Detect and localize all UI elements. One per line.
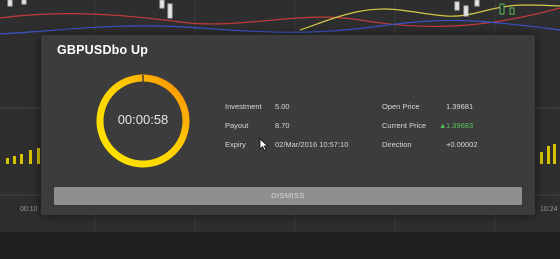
direction-value: +0.00002 — [446, 140, 478, 149]
direction-label: Direction — [382, 140, 412, 149]
payout-label: Payout — [225, 121, 249, 130]
dialog-title: GBPUSDbo Up — [57, 43, 149, 57]
expiry-value: 02/Mar/2016 10:57:10 — [275, 140, 349, 149]
timer-value: 00:00:58 — [117, 112, 169, 127]
chart-time-right: 10:24 — [540, 206, 558, 213]
expiry-label: Expiry — [225, 140, 246, 149]
open-price-value: 1.39681 — [446, 102, 474, 111]
chart-time-left: 00:10 — [20, 206, 38, 213]
mouse-cursor-icon — [259, 138, 269, 152]
payout-value: 8.70 — [275, 121, 290, 130]
trade-result-dialog: GBPUSDbo Up 00:00:58 Investment 5.00 Pay… — [41, 35, 535, 215]
current-price-label: Current Price — [382, 121, 427, 130]
current-price-value: 1.39683 — [446, 121, 474, 130]
investment-value: 5.00 — [275, 102, 290, 111]
chart-footer — [0, 232, 560, 259]
investment-label: Investment — [225, 102, 262, 111]
countdown-timer: 00:00:58 — [95, 73, 191, 169]
open-price-label: Open Price — [382, 102, 420, 111]
dismiss-button[interactable]: DISMISS — [54, 187, 522, 205]
